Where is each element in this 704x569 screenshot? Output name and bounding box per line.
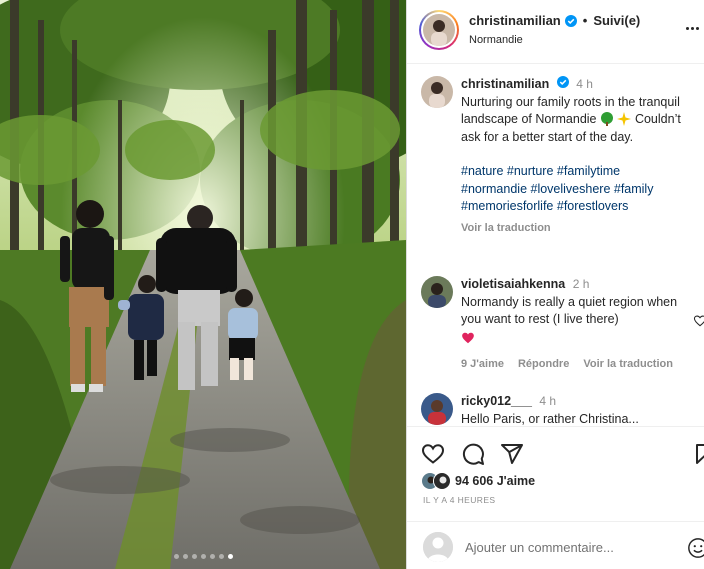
bookmark-icon[interactable] <box>693 442 704 466</box>
post-photo[interactable] <box>0 0 406 569</box>
author-avatar[interactable] <box>423 14 455 46</box>
hashtag-line[interactable]: #memoriesforlife #forestlovers <box>461 198 699 216</box>
caption-meta: Voir la traduction <box>461 220 699 238</box>
hashtag-line[interactable]: #nature #nurture #familytime <box>461 163 699 181</box>
post-header: christinamilian • Suivi(e) Normandie <box>407 0 704 64</box>
heart-icon[interactable] <box>421 442 445 466</box>
carousel-dot <box>200 554 206 559</box>
smiley-icon[interactable] <box>687 537 704 559</box>
verified-badge-icon <box>564 14 577 27</box>
caption-avatar[interactable] <box>421 76 453 108</box>
comment-time[interactable]: 4 h <box>539 394 556 408</box>
comment-icon[interactable] <box>461 442 485 466</box>
comment-time[interactable]: 2 h <box>573 277 590 291</box>
post-side-panel: christinamilian • Suivi(e) Normandie chr… <box>406 0 704 569</box>
forest-family-image <box>0 0 406 569</box>
carousel-dot <box>173 554 179 559</box>
commenter-avatar[interactable] <box>421 393 453 425</box>
see-translation-link[interactable]: Voir la traduction <box>583 356 673 374</box>
carousel-dot <box>191 554 197 559</box>
caption-hashtags: #nature #nurture #familytime #normandie … <box>461 163 699 216</box>
liker-avatar <box>433 472 451 490</box>
following-button[interactable]: Suivi(e) <box>593 13 640 28</box>
verified-badge-icon <box>556 76 569 88</box>
carousel-indicator <box>0 554 406 559</box>
carousel-dot <box>209 554 215 559</box>
separator-dot: • <box>582 13 588 28</box>
post-timestamp[interactable]: Il y a 4 heures <box>423 495 495 505</box>
sparkle-emoji <box>617 112 632 126</box>
caption-username[interactable]: christinamilian <box>461 77 549 91</box>
comment-username[interactable]: ricky012___ <box>461 394 532 408</box>
paper-plane-icon[interactable] <box>500 442 524 466</box>
comment-username[interactable]: violetisaiahkenna <box>461 277 565 291</box>
commenter-avatar[interactable] <box>421 276 453 308</box>
story-ring[interactable] <box>419 10 459 50</box>
more-horizontal-icon[interactable] <box>675 16 699 40</box>
post-location[interactable]: Normandie <box>469 34 523 46</box>
comment-meta: 9 J'aime Répondre Voir la traduction <box>461 356 699 374</box>
current-user-avatar <box>423 532 453 562</box>
likes-summary[interactable]: 94 606 J'aime <box>421 472 535 490</box>
comment-like-heart-icon[interactable] <box>693 314 704 328</box>
author-username[interactable]: christinamilian <box>469 13 561 28</box>
see-translation-link[interactable]: Voir la traduction <box>461 220 551 238</box>
hashtag-line[interactable]: #normandie #loveliveshere #family <box>461 181 699 199</box>
tree-emoji <box>600 112 613 126</box>
add-comment-input[interactable] <box>465 536 665 558</box>
comments-list[interactable]: christinamilian 4 h Nurturing our family… <box>407 64 704 426</box>
caption-text: Nurturing our family roots in the tranqu… <box>461 94 699 147</box>
add-comment-bar <box>407 521 704 569</box>
caption-time[interactable]: 4 h <box>576 77 593 91</box>
header-user-line: christinamilian • Suivi(e) <box>469 13 640 28</box>
comment-text: Normandy is really a quiet region when y… <box>461 294 678 327</box>
red-heart-emoji <box>462 332 474 343</box>
carousel-dot-active <box>227 554 233 559</box>
comment-text: Hello Paris, or rather Christina... <box>461 411 639 426</box>
carousel-dot <box>218 554 224 559</box>
carousel-dot <box>182 554 188 559</box>
reply-button[interactable]: Répondre <box>518 356 569 374</box>
likes-count[interactable]: 94 606 J'aime <box>455 474 535 488</box>
comment-likes[interactable]: 9 J'aime <box>461 356 504 374</box>
